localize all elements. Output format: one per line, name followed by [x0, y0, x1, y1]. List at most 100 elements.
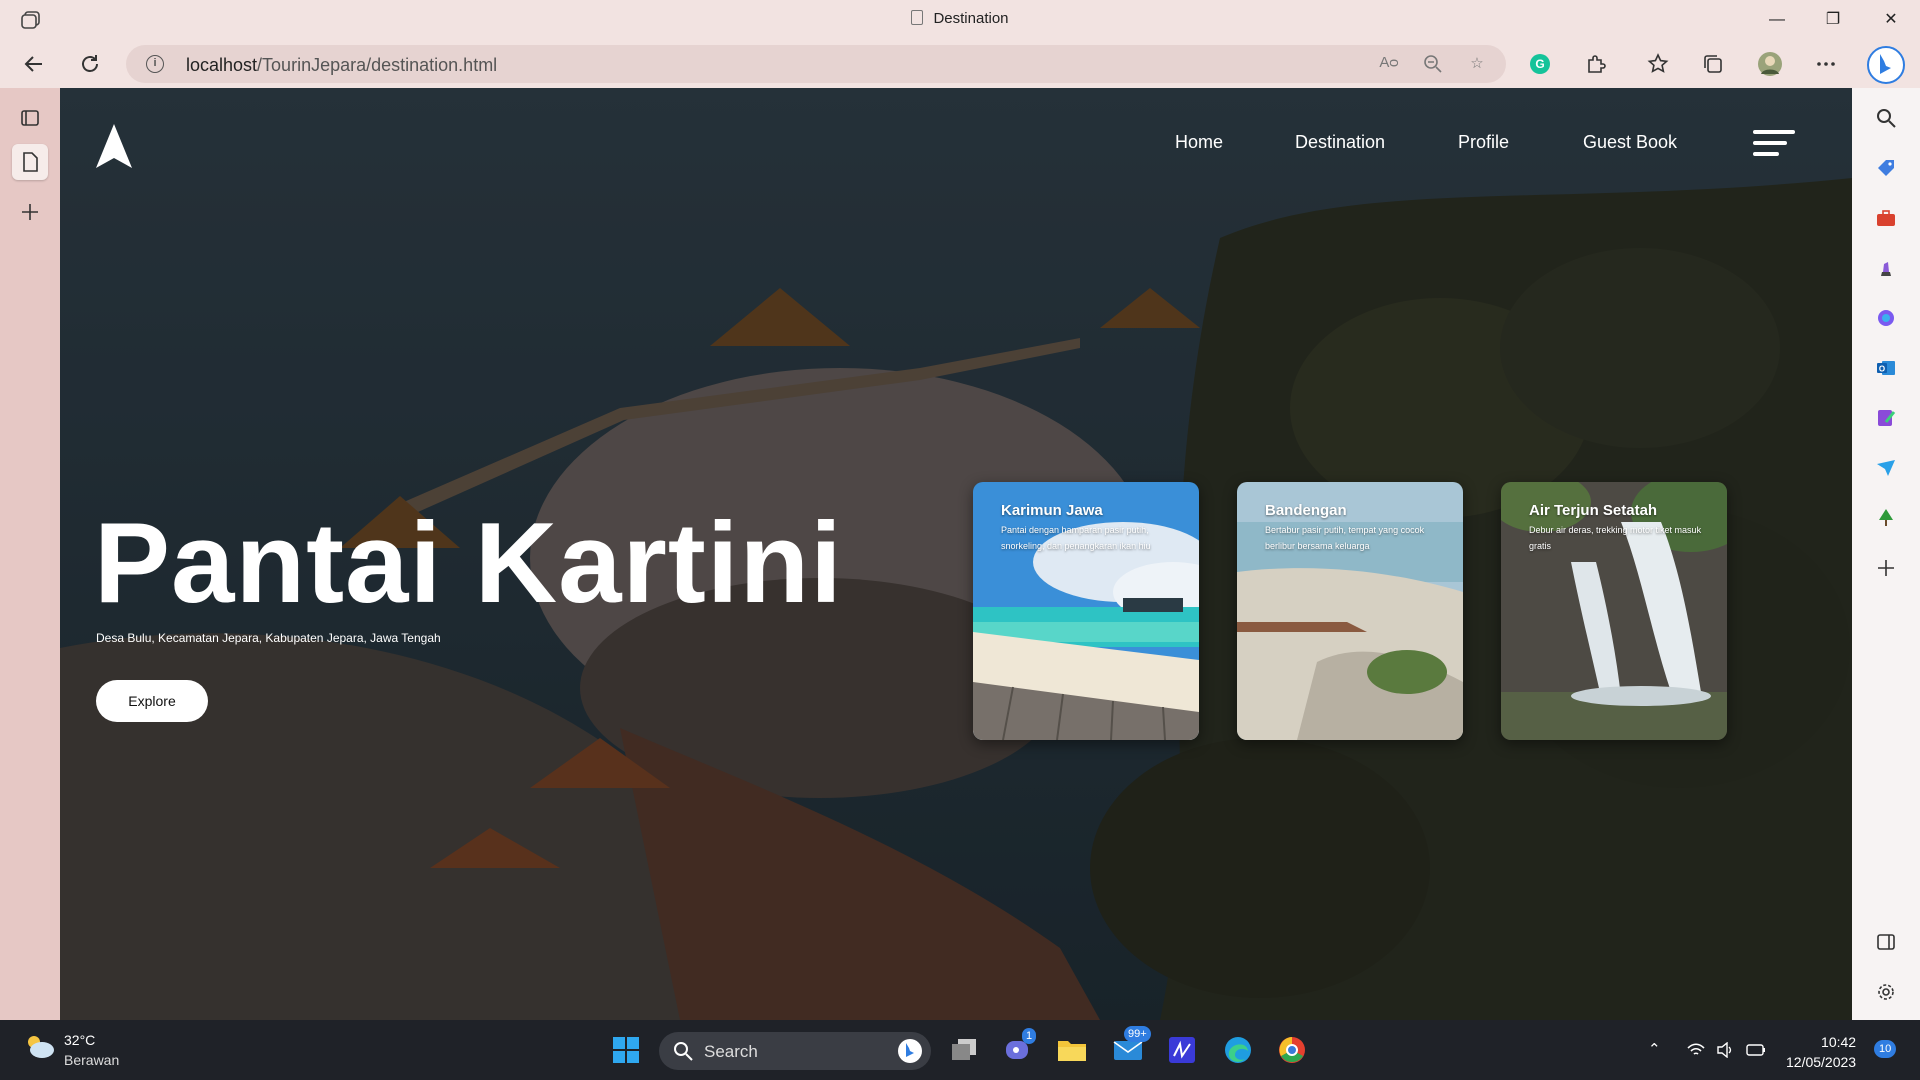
url-text[interactable]: localhost/TourinJepara/destination.html	[186, 55, 497, 76]
extensions-button[interactable]	[1580, 48, 1612, 80]
title-bar: Destination — ❐ ✕	[0, 0, 1920, 40]
tab-actions-button[interactable]	[12, 100, 48, 136]
task-view-button[interactable]	[946, 1032, 982, 1068]
read-aloud-icon[interactable]: Aᴑ	[1378, 54, 1400, 76]
sidebar-outlook-button[interactable]: O	[1872, 354, 1900, 382]
mail-button[interactable]: 99+	[1110, 1026, 1151, 1068]
weather-condition: Berawan	[64, 1052, 120, 1068]
site-info-icon[interactable]: i	[146, 55, 164, 73]
hide-sidebar-button[interactable]	[1872, 928, 1900, 956]
new-tab-button[interactable]	[12, 194, 48, 230]
svg-text:G: G	[1535, 57, 1544, 71]
card-title: Karimun Jawa	[1001, 502, 1103, 519]
nav-profile[interactable]: Profile	[1458, 132, 1509, 153]
more-icon	[1817, 62, 1835, 66]
minimize-button[interactable]: —	[1754, 6, 1800, 34]
edge-icon	[1225, 1037, 1251, 1063]
designer-icon	[1878, 410, 1896, 426]
send-icon	[1877, 460, 1895, 476]
more-menu-button[interactable]	[1810, 48, 1842, 80]
zoom-out-icon[interactable]	[1422, 54, 1444, 76]
hero-title: Pantai Kartini	[94, 500, 843, 627]
card-title: Air Terjun Setatah	[1529, 502, 1658, 519]
cloudy-weather-icon	[28, 1036, 54, 1058]
hamburger-menu-icon[interactable]	[1753, 130, 1795, 162]
favorites-icon	[1647, 53, 1669, 73]
nav-guest-book[interactable]: Guest Book	[1583, 132, 1677, 153]
site-logo[interactable]	[94, 122, 134, 170]
tab-panel-icon	[21, 110, 39, 126]
profile-button[interactable]	[1754, 48, 1786, 80]
windows-icon	[613, 1037, 639, 1063]
avatar	[1758, 52, 1782, 76]
file-explorer-button[interactable]	[1054, 1032, 1090, 1068]
start-button[interactable]	[608, 1032, 644, 1068]
explore-button[interactable]: Explore	[96, 680, 208, 722]
destination-card-air-terjun-setatah[interactable]: Air Terjun Setatah Debur air deras, trek…	[1501, 482, 1727, 740]
favorites-button[interactable]	[1642, 48, 1674, 80]
grammarly-extension[interactable]: G	[1524, 48, 1556, 80]
clock-date: 12/05/2023	[1786, 1054, 1857, 1070]
system-clock[interactable]: 10:42 12/05/2023	[1786, 1032, 1856, 1072]
wifi-icon[interactable]	[1686, 1042, 1706, 1058]
browser-toolbar: i localhost/TourinJepara/destination.htm…	[0, 40, 1920, 88]
hero-location: Desa Bulu, Kecamatan Jepara, Kabupaten J…	[96, 631, 441, 645]
sidebar-add-button[interactable]	[1872, 554, 1900, 582]
weather-widget[interactable]: 32°C Berawan	[22, 1032, 119, 1068]
mail-badge: 99+	[1124, 1026, 1151, 1042]
code-editor-icon	[1169, 1037, 1195, 1063]
sidebar-designer-button[interactable]	[1872, 404, 1900, 432]
tag-icon	[1878, 160, 1894, 176]
karimun-jawa-image	[973, 482, 1199, 740]
tab-title[interactable]: Destination	[0, 10, 1920, 27]
vs-code-button[interactable]	[1164, 1032, 1200, 1068]
chrome-button[interactable]	[1274, 1032, 1310, 1068]
plus-icon	[22, 204, 38, 220]
webpage-viewport: Home Destination Profile Guest Book Pant…	[60, 88, 1852, 1020]
sidebar-office-button[interactable]	[1872, 304, 1900, 332]
sidebar-search-button[interactable]	[1872, 104, 1900, 132]
plus-icon	[1878, 560, 1894, 576]
card-description: Bertabur pasir putih, tempat yang cocok …	[1265, 525, 1425, 551]
sidebar-games-button[interactable]	[1872, 254, 1900, 282]
teams-chat-button[interactable]: 1	[1000, 1028, 1037, 1068]
refresh-button[interactable]	[74, 48, 106, 80]
restore-button[interactable]: ❐	[1810, 6, 1856, 34]
back-arrow-icon	[24, 56, 42, 72]
destination-card-karimun-jawa[interactable]: Karimun Jawa Pantai dengan hamparan pasi…	[973, 482, 1199, 740]
nav-home[interactable]: Home	[1175, 132, 1223, 153]
add-favorite-icon[interactable]: ☆	[1466, 54, 1488, 76]
notification-badge[interactable]: 10	[1874, 1040, 1897, 1058]
sidebar-send-button[interactable]	[1872, 454, 1900, 482]
weather-temperature: 32°C	[64, 1032, 96, 1048]
bing-icon	[898, 1039, 922, 1063]
close-button[interactable]: ✕	[1868, 6, 1914, 34]
card-description: Debur air deras, trekking motor tiket ma…	[1529, 525, 1702, 551]
back-button[interactable]	[18, 48, 50, 80]
bing-copilot-button[interactable]	[1866, 45, 1906, 85]
nav-destination[interactable]: Destination	[1295, 132, 1385, 153]
svg-text:O: O	[1879, 365, 1885, 374]
search-icon	[1877, 109, 1896, 128]
outlook-icon: O	[1877, 361, 1895, 375]
sidebar-shopping-button[interactable]	[1872, 154, 1900, 182]
battery-icon[interactable]	[1746, 1042, 1766, 1058]
sidebar-settings-button[interactable]	[1872, 978, 1900, 1006]
collections-button[interactable]	[1697, 48, 1729, 80]
edge-sidebar: O	[1852, 88, 1920, 1020]
show-hidden-icons-chevron[interactable]: ⌃	[1648, 1040, 1661, 1058]
windows-taskbar: 32°C Berawan Search 1 99+ ⌃ 10:42 12/05/…	[0, 1020, 1920, 1080]
sidebar-tools-button[interactable]	[1872, 204, 1900, 232]
volume-icon[interactable]	[1716, 1042, 1734, 1058]
teams-badge: 1	[1022, 1028, 1037, 1044]
taskbar-search[interactable]: Search	[659, 1032, 931, 1070]
sidebar-panel-icon	[1877, 934, 1895, 950]
card-title: Bandengan	[1265, 502, 1347, 519]
gear-icon	[1878, 984, 1894, 1000]
destination-card-bandengan[interactable]: Bandengan Bertabur pasir putih, tempat y…	[1237, 482, 1463, 740]
tab-destination[interactable]	[12, 144, 48, 180]
air-terjun-setatah-image	[1501, 482, 1727, 740]
edge-browser-button[interactable]	[1220, 1032, 1256, 1068]
address-bar[interactable]: i localhost/TourinJepara/destination.htm…	[126, 45, 1506, 83]
sidebar-tree-button[interactable]	[1872, 504, 1900, 532]
